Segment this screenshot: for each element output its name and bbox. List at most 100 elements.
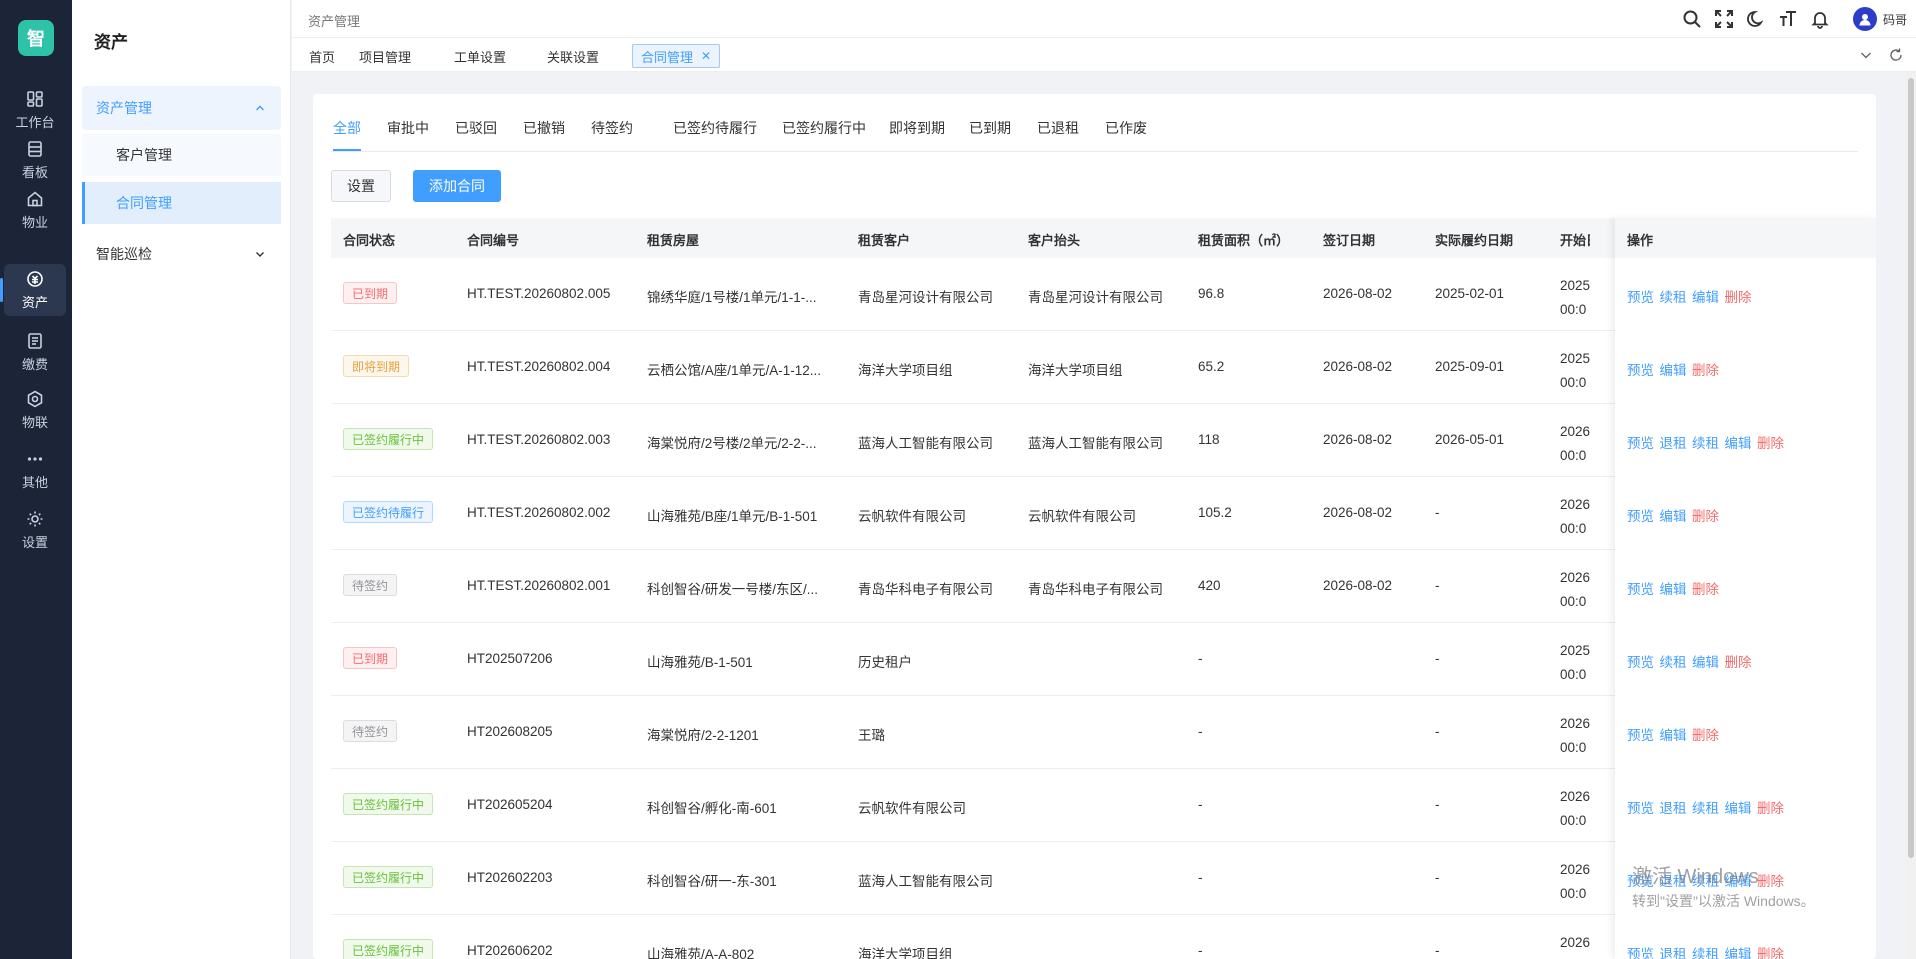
tag-work-order-settings[interactable]: 工单设置 [454, 44, 506, 68]
edit-link[interactable]: 编辑 [1692, 286, 1719, 306]
edit-link[interactable]: 编辑 [1660, 578, 1687, 598]
preview-link[interactable]: 预览 [1627, 651, 1654, 671]
edit-link[interactable]: 编辑 [1660, 724, 1687, 744]
area-cell: 118 [1198, 432, 1220, 447]
delete-link[interactable]: 删除 [1757, 432, 1784, 452]
preview-link[interactable]: 预览 [1627, 286, 1654, 306]
preview-link[interactable]: 预览 [1627, 724, 1654, 744]
delete-link[interactable]: 删除 [1692, 578, 1719, 598]
menu-item-contract-management[interactable]: 合同管理 [82, 182, 281, 224]
scrollbar-thumb[interactable] [1908, 78, 1914, 858]
rail-item-workbench[interactable]: 工作台 [4, 84, 66, 136]
area-cell: - [1198, 943, 1203, 958]
house-cell: 科创智谷/孵化-南-601 [647, 801, 777, 816]
tab-approving[interactable]: 审批中 [387, 118, 429, 138]
edit-link[interactable]: 编辑 [1692, 651, 1719, 671]
start-date-day: 2026 [1560, 862, 1590, 877]
chevron-down-icon[interactable] [1858, 47, 1874, 63]
delete-link[interactable]: 删除 [1692, 724, 1719, 744]
renew-link[interactable]: 续租 [1692, 797, 1719, 817]
start-date-time: 00:0 [1560, 740, 1587, 755]
col-perform-date: 实际履约日期 [1435, 233, 1514, 248]
delete-link[interactable]: 删除 [1757, 797, 1784, 817]
tab-signed-pending[interactable]: 已签约待履行 [673, 118, 757, 138]
menu-group-asset-management[interactable]: 资产管理 [82, 86, 281, 130]
font-size-icon[interactable] [1778, 9, 1798, 29]
rail-item-property[interactable]: 物业 [4, 184, 66, 236]
add-contract-button[interactable]: 添加合同 [413, 170, 501, 202]
tab-expired[interactable]: 已到期 [969, 118, 1011, 138]
preview-link[interactable]: 预览 [1627, 359, 1654, 379]
operations-column: 操作 预览 续租 编辑 删除 预览 编辑 删除 预览 退租 续租 编辑 删除 预览 编辑 删除 预览 编辑 删除预… [1615, 218, 1876, 959]
edit-link[interactable]: 编辑 [1660, 505, 1687, 525]
renew-link[interactable]: 续租 [1692, 943, 1719, 959]
close-icon[interactable]: ✕ [701, 49, 711, 63]
tab-signed-performing[interactable]: 已签约履行中 [782, 118, 866, 138]
edit-link[interactable]: 编辑 [1725, 797, 1752, 817]
search-icon[interactable] [1682, 9, 1702, 29]
user-menu[interactable]: 码哥 [1853, 6, 1907, 32]
refresh-icon[interactable] [1888, 47, 1904, 63]
edit-link[interactable]: 编辑 [1725, 432, 1752, 452]
preview-link[interactable]: 预览 [1627, 870, 1654, 890]
delete-link[interactable]: 删除 [1757, 943, 1784, 959]
delete-link[interactable]: 删除 [1692, 505, 1719, 525]
rail-item-asset[interactable]: 资产 [0, 264, 66, 316]
status-badge: 已签约待履行 [343, 501, 434, 523]
renew-link[interactable]: 续租 [1692, 432, 1719, 452]
edit-link[interactable]: 编辑 [1725, 943, 1752, 959]
tab-rejected[interactable]: 已驳回 [455, 118, 497, 138]
delete-link[interactable]: 删除 [1692, 359, 1719, 379]
preview-link[interactable]: 预览 [1627, 505, 1654, 525]
tag-relation-settings[interactable]: 关联设置 [547, 44, 599, 68]
nav-rail: 智 工作台 看板 物业 资产 缴费 物联 其他 设置 [0, 0, 72, 959]
rail-item-other[interactable]: 其他 [4, 444, 66, 496]
menu-group-smart-inspection[interactable]: 智能巡检 [82, 232, 281, 276]
tab-terminated[interactable]: 已退租 [1037, 118, 1079, 138]
edit-link[interactable]: 编辑 [1660, 359, 1687, 379]
rail-item-board[interactable]: 看板 [4, 134, 66, 186]
renew-link[interactable]: 续租 [1692, 870, 1719, 890]
terminate-link[interactable]: 退租 [1660, 870, 1687, 890]
delete-link[interactable]: 删除 [1725, 651, 1752, 671]
page-scrollbar[interactable] [1906, 72, 1916, 959]
preview-link[interactable]: 预览 [1627, 797, 1654, 817]
perform-date-cell: - [1435, 651, 1440, 666]
customer-cell: 王璐 [858, 728, 885, 743]
tab-pending-sign[interactable]: 待签约 [591, 118, 633, 138]
edit-link[interactable]: 编辑 [1725, 870, 1752, 890]
tag-contract-management[interactable]: 合同管理 ✕ [632, 44, 721, 68]
customer-cell: 青岛星河设计有限公司 [858, 290, 993, 305]
delete-link[interactable]: 删除 [1757, 870, 1784, 890]
tab-expiring[interactable]: 即将到期 [889, 118, 945, 138]
menu-item-customer-management[interactable]: 客户管理 [82, 134, 281, 176]
area-cell: - [1198, 724, 1203, 739]
rail-item-billing[interactable]: 缴费 [4, 326, 66, 378]
tab-voided[interactable]: 已作废 [1105, 118, 1147, 138]
bell-icon[interactable] [1810, 9, 1830, 29]
preview-link[interactable]: 预览 [1627, 578, 1654, 598]
terminate-link[interactable]: 退租 [1660, 943, 1687, 959]
settings-button[interactable]: 设置 [331, 170, 391, 202]
tab-all[interactable]: 全部 [333, 118, 361, 151]
delete-link[interactable]: 删除 [1725, 286, 1752, 306]
terminate-link[interactable]: 退租 [1660, 432, 1687, 452]
rail-item-settings[interactable]: 设置 [4, 504, 66, 556]
tag-project-management[interactable]: 项目管理 [359, 44, 411, 68]
sign-date-cell: 2026-08-02 [1323, 578, 1393, 593]
dark-mode-icon[interactable] [1746, 9, 1766, 29]
house-cell: 云栖公馆/A座/1单元/A-1-12... [647, 363, 822, 378]
app-logo[interactable]: 智 [18, 20, 54, 56]
breadcrumb[interactable]: 资产管理 [308, 11, 360, 30]
tag-home[interactable]: 首页 [309, 44, 335, 68]
area-cell: 105.2 [1198, 505, 1232, 520]
renew-link[interactable]: 续租 [1660, 286, 1687, 306]
preview-link[interactable]: 预览 [1627, 432, 1654, 452]
customer-cell: 云帆软件有限公司 [858, 801, 966, 816]
preview-link[interactable]: 预览 [1627, 943, 1654, 959]
terminate-link[interactable]: 退租 [1660, 797, 1687, 817]
tab-revoked[interactable]: 已撤销 [523, 118, 565, 138]
rail-item-iot[interactable]: 物联 [4, 384, 66, 436]
renew-link[interactable]: 续租 [1660, 651, 1687, 671]
fullscreen-icon[interactable] [1714, 9, 1734, 29]
